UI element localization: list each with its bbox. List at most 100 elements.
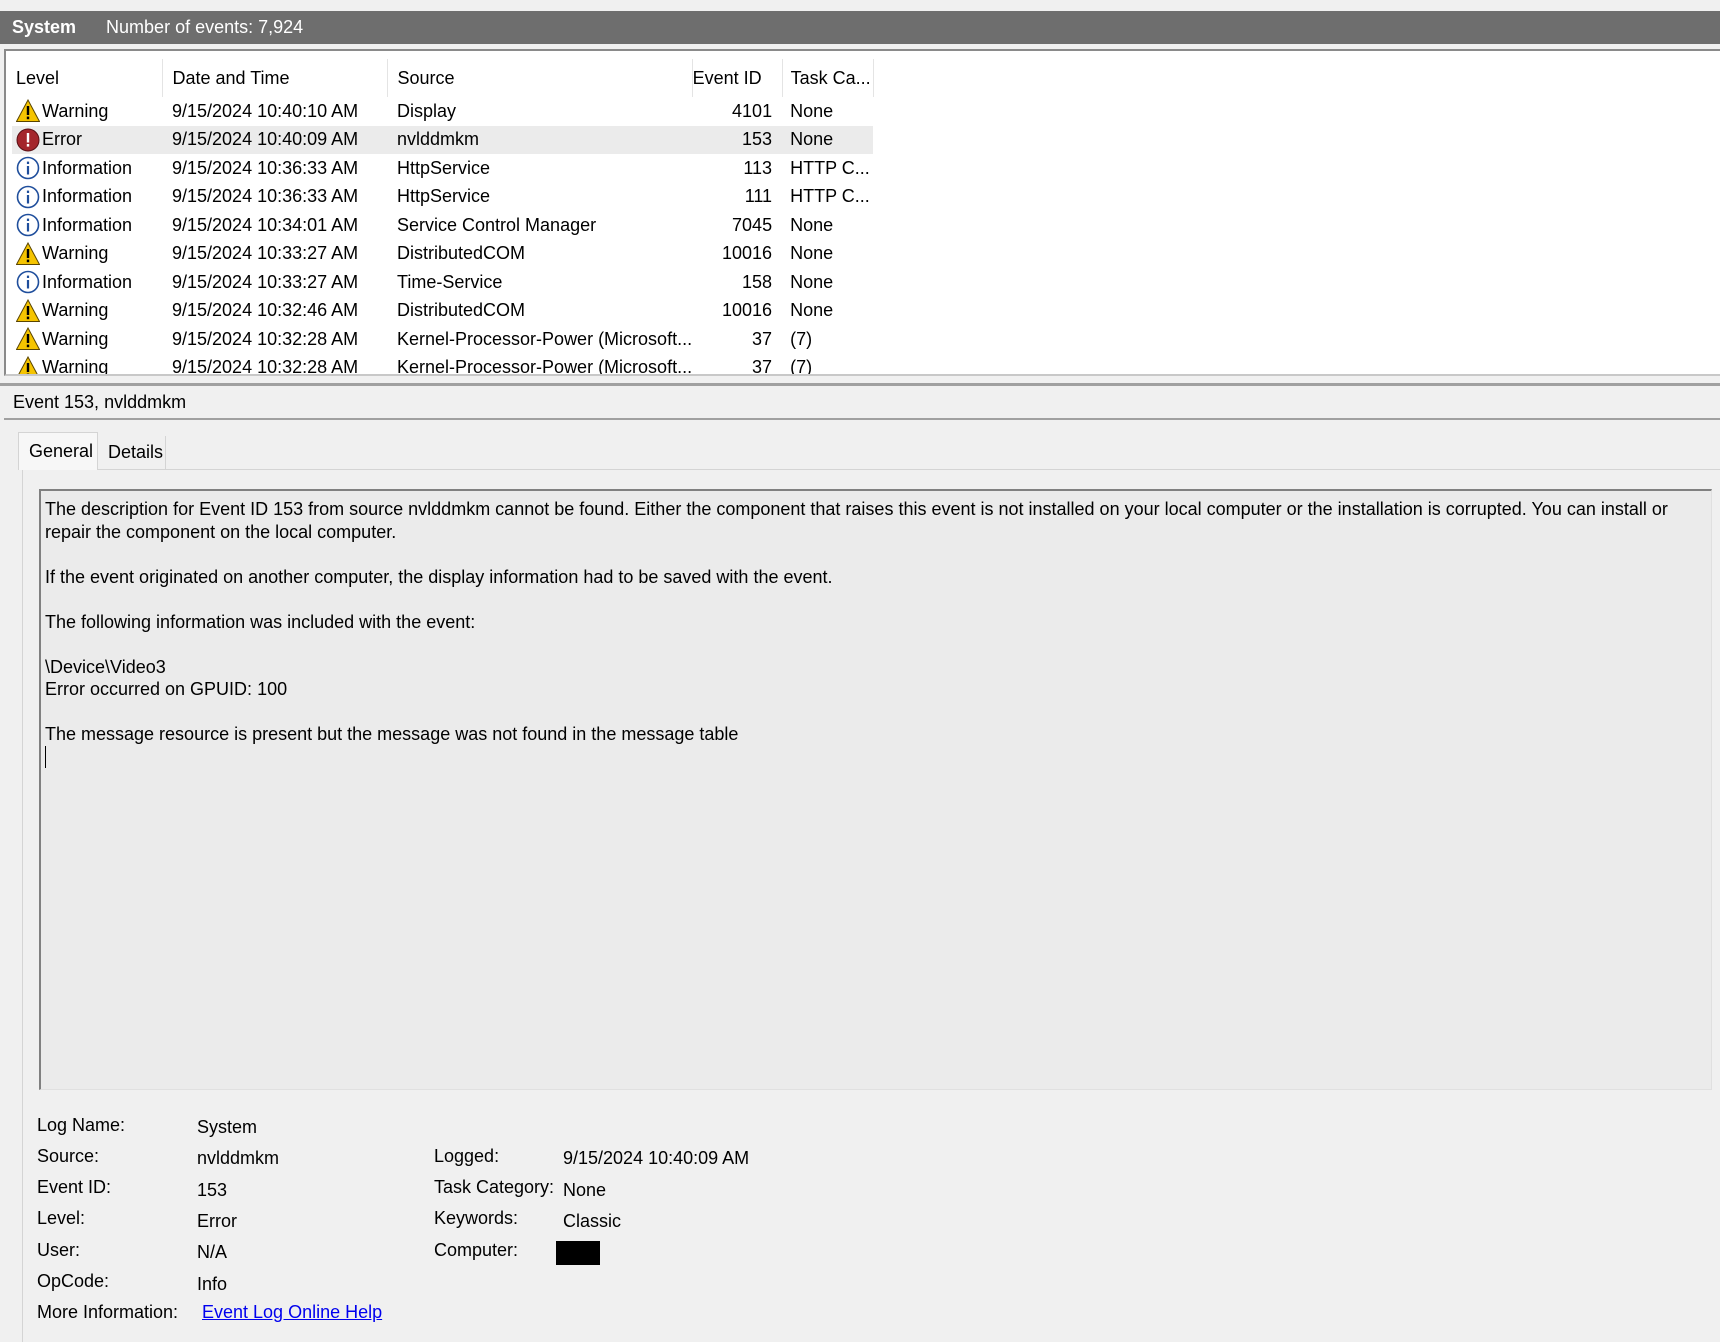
event-id-value: 153 [197,1180,228,1200]
event-source: DistributedCOM [397,243,526,264]
event-level: Warning [42,357,109,376]
event-task-category: None [790,300,834,321]
detail-title-divider [4,418,1720,420]
computer-label: Computer: [434,1240,519,1260]
event-row[interactable]: Warning 9/15/2024 10:32:46 AM DistributedC… [12,297,873,326]
column-header-task-category[interactable]: Task Ca... [782,59,874,97]
event-row[interactable]: Information 9/15/2024 10:36:33 AM HttpServ… [12,183,873,212]
event-source: HttpService [397,157,491,178]
event-id-label: Event ID: [37,1177,112,1197]
column-header-row: Level Date and Time Source Event ID Task… [12,59,874,97]
event-level-cell: Error [12,125,162,154]
warning-icon [16,355,40,374]
info-icon [16,270,40,294]
event-date: 9/15/2024 10:33:27 AM [172,271,359,292]
more-information-label: More Information: [37,1302,179,1322]
event-id: 111 [744,186,773,207]
keywords-value: Classic [563,1211,622,1231]
event-task-category: None [790,214,834,235]
info-icon [16,156,40,180]
user-value: N/A [197,1242,228,1262]
level-value: Error [197,1211,237,1231]
event-level: Warning [42,243,109,264]
event-detail-title: Event 153, nvlddmkm [13,392,187,412]
event-id: 10016 [722,243,773,264]
event-level-cell: Warning [12,325,162,354]
description-paragraph: The following information was included w… [45,611,476,632]
event-id: 158 [742,271,773,292]
event-table: Level Date and Time Source Event ID Task… [12,59,874,376]
pane-splitter[interactable] [0,383,1720,386]
tab-details[interactable]: Details [98,436,166,469]
column-header-level[interactable]: Level [12,59,163,97]
event-source: Kernel-Processor-Power (Microsoft... [397,357,693,376]
event-task-category: None [790,243,834,264]
event-row[interactable]: Warning 9/15/2024 10:33:27 AM DistributedC… [12,240,873,269]
event-date: 9/15/2024 10:32:28 AM [172,357,359,376]
event-source: DistributedCOM [397,300,526,321]
description-paragraph: If the event originated on another compu… [45,566,833,587]
event-task-category: HTTP C... [790,186,870,207]
event-row[interactable]: Warning 9/15/2024 10:40:10 AM Display 4101 N… [12,97,873,126]
event-source: Service Control Manager [397,214,597,235]
event-row[interactable]: Information 9/15/2024 10:36:33 AM HttpServ… [12,154,873,183]
event-row[interactable]: Information 9/15/2024 10:33:27 AM Time-Ser… [12,268,873,297]
description-paragraph: The description for Event ID 153 from so… [45,499,1668,542]
task-category-value: None [563,1180,607,1200]
event-id: 4101 [732,100,773,121]
event-source: nvlddmkm [387,125,693,154]
event-date: 9/15/2024 10:36:33 AM [172,157,359,178]
event-source: Kernel-Processor-Power (Microsoft... [397,328,693,349]
event-row[interactable]: Warning 9/15/2024 10:32:28 AM Kernel-Proce… [12,354,873,376]
column-header-event-id[interactable]: Event ID [692,59,783,97]
logged-label: Logged: [434,1146,500,1166]
column-header-date[interactable]: Date and Time [162,59,388,97]
opcode-label: OpCode: [37,1271,110,1291]
event-level: Warning [42,300,109,321]
warning-icon [16,298,40,323]
tab-general[interactable]: General [18,432,98,470]
event-task-category: (7) [790,357,813,376]
event-count: Number of events: 7,924 [106,17,304,37]
event-id: 113 [743,157,773,178]
event-date: 9/15/2024 10:33:27 AM [172,243,359,264]
event-log-online-help-link[interactable]: Event Log Online Help [202,1302,382,1323]
event-row[interactable]: Information 9/15/2024 10:34:01 AM Service … [12,211,873,240]
event-level: Information [42,271,133,292]
event-level: Warning [42,328,109,349]
event-date: 9/15/2024 10:32:46 AM [172,300,359,321]
event-description[interactable]: The description for Event ID 153 from so… [39,489,1712,1090]
event-task-category: (7) [790,328,813,349]
log-name-value: System [197,1117,258,1137]
warning-icon [16,241,40,266]
event-id: 10016 [722,300,773,321]
event-id: 153 [692,125,783,154]
event-task-category: None [790,100,834,121]
event-date: 9/15/2024 10:40:09 AM [162,125,387,154]
event-level: Information [42,186,133,207]
event-row[interactable]: Error 9/15/2024 10:40:09 AM nvlddmkm 153 Non… [12,125,874,154]
event-task-category: HTTP C... [790,157,870,178]
description-device-line: \Device\Video3 [45,656,166,677]
keywords-label: Keywords: [434,1208,519,1228]
event-date: 9/15/2024 10:36:33 AM [172,186,359,207]
event-level-cell: Warning [12,297,162,326]
event-list[interactable]: Level Date and Time Source Event ID Task… [4,49,1720,376]
description-paragraph: The message resource is present but the … [45,724,739,744]
error-icon [16,128,40,152]
log-name: System [12,17,77,37]
event-date: 9/15/2024 10:40:10 AM [172,100,359,121]
column-header-source[interactable]: Source [387,59,693,97]
opcode-value: Info [197,1274,228,1294]
level-label: Level: [37,1208,86,1228]
info-icon [16,185,40,209]
warning-icon [16,327,40,351]
event-row[interactable]: Warning 9/15/2024 10:32:28 AM Kernel-Proce… [12,325,873,354]
warning-icon [16,99,40,123]
event-level: Warning [42,100,109,121]
top-strip [0,0,1720,11]
event-task-category: None [782,125,874,154]
event-level-cell: Information [12,211,162,240]
event-level-cell: Information [12,183,162,212]
description-gpuid-line: Error occurred on GPUID: 100 [45,679,288,699]
